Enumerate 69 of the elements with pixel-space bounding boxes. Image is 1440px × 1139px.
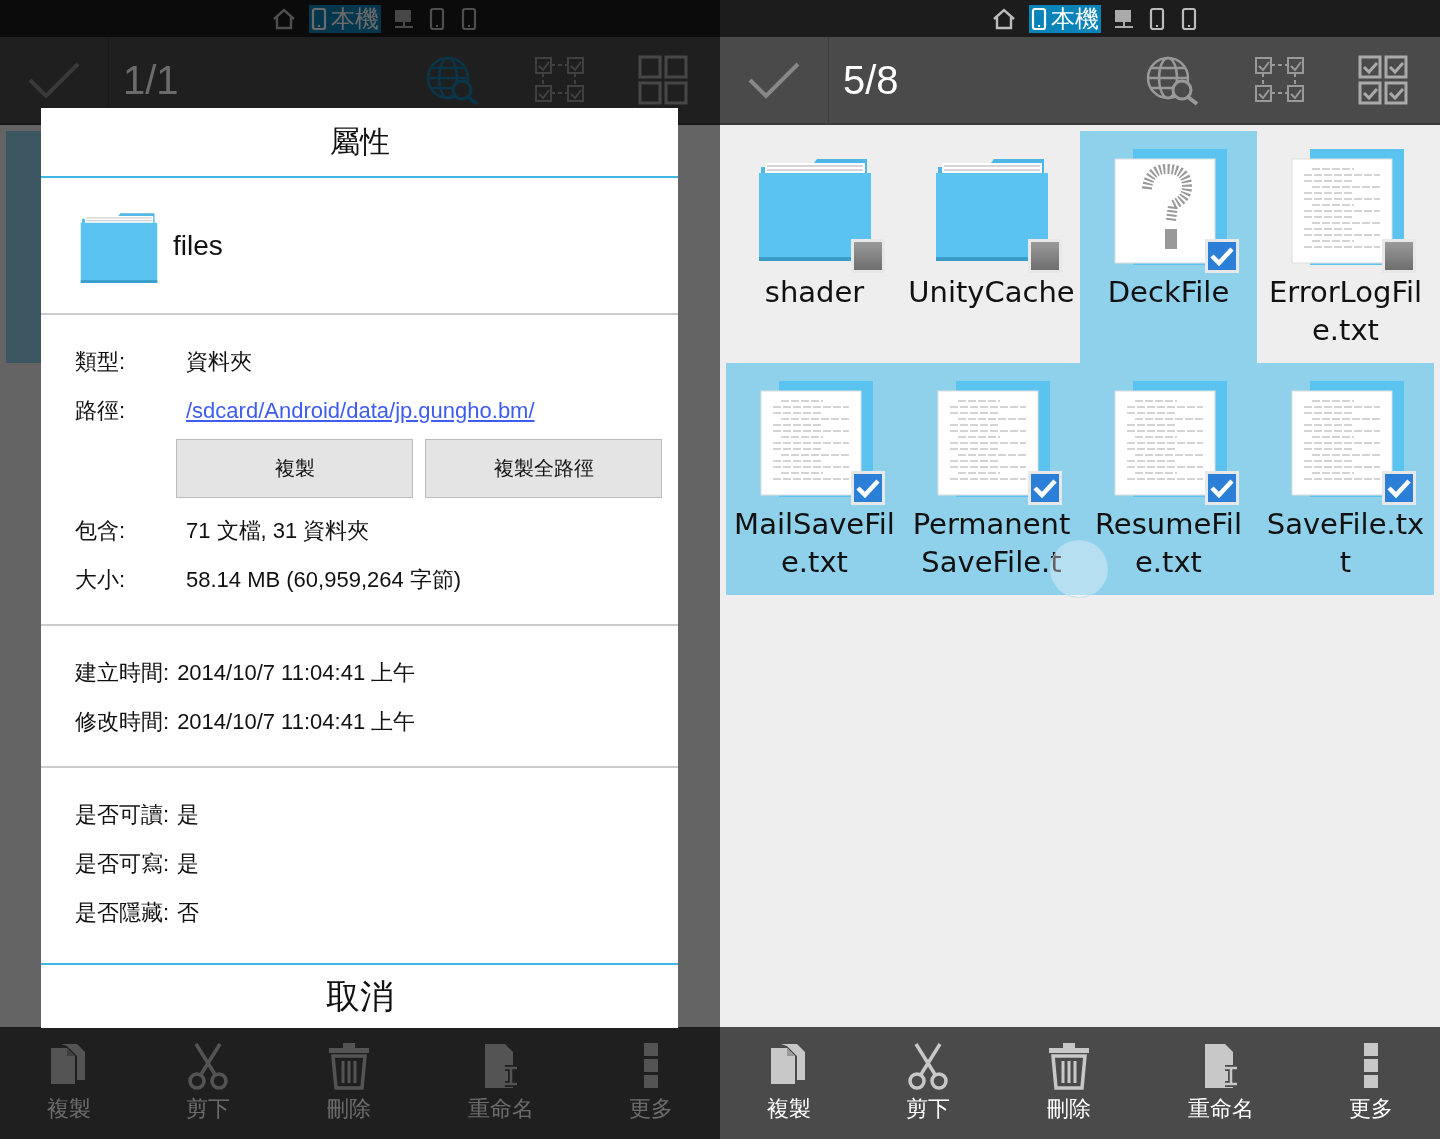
more-icon <box>1362 1042 1379 1090</box>
property-label: 是否可讀: <box>75 800 170 829</box>
checkbox[interactable] <box>1204 471 1239 505</box>
file-tile[interactable]: DeckFile <box>1080 131 1257 363</box>
property-label: 修改時間: <box>75 707 170 736</box>
copy-button[interactable]: 複製 <box>761 1038 818 1128</box>
copy-path-button[interactable]: 複製 <box>176 439 413 498</box>
phone-icon <box>1181 6 1197 31</box>
select-pattern-icon[interactable] <box>1254 56 1306 104</box>
file-name: ErrorLogFile.txt <box>1267 274 1424 349</box>
checkbox[interactable] <box>1381 239 1416 273</box>
property-label: 是否隱藏: <box>75 898 170 927</box>
checkbox[interactable] <box>850 239 885 273</box>
scissors-icon <box>906 1042 951 1090</box>
phone-icon <box>311 6 327 31</box>
file-tile[interactable]: ResumeFile.txt <box>1080 363 1257 595</box>
property-label: 建立時間: <box>75 658 170 687</box>
property-value: 是 <box>177 800 200 829</box>
file-tile[interactable]: ErrorLogFile.txt <box>1257 131 1434 363</box>
select-all-icon[interactable] <box>1358 55 1408 105</box>
more-icon <box>642 1042 659 1090</box>
home-icon[interactable] <box>991 6 1017 31</box>
file-name: MailSaveFile.txt <box>733 506 896 581</box>
phone-icon <box>461 6 477 31</box>
property-value: 2014/10/7 11:04:41 上午 <box>177 658 416 687</box>
file-tile[interactable]: MailSaveFile.txt <box>726 363 903 595</box>
checkbox[interactable] <box>850 471 885 505</box>
phone-icon <box>1031 6 1047 31</box>
file-name: shader <box>763 274 866 311</box>
file-tile[interactable]: SaveFile.txt <box>1257 363 1434 595</box>
file-tile[interactable]: shader <box>726 131 903 363</box>
folder-name: files <box>173 229 223 262</box>
file-tile[interactable]: PermanentSaveFile.t <box>903 363 1080 595</box>
checkbox[interactable] <box>1027 239 1062 273</box>
rename-button[interactable]: 重命名 <box>1181 1038 1260 1128</box>
device-tab[interactable]: 本機 <box>1029 4 1101 33</box>
delete-button[interactable]: 刪除 <box>1039 1038 1099 1128</box>
more-button[interactable]: 更多 <box>1342 1038 1399 1128</box>
selection-count: 5/8 <box>843 57 899 103</box>
check-icon[interactable] <box>746 60 802 100</box>
property-value: 資料夾 <box>186 347 252 376</box>
dialog-title: 屬性 <box>41 108 678 178</box>
property-value: 否 <box>177 898 200 927</box>
property-value: 是 <box>177 849 200 878</box>
scissors-icon <box>186 1042 231 1090</box>
property-label: 類型: <box>75 347 127 376</box>
phone-icon <box>429 6 445 31</box>
phone-icon <box>1149 6 1165 31</box>
property-label: 大小: <box>75 565 127 594</box>
file-name: SaveFile.txt <box>1265 506 1426 581</box>
checkbox[interactable] <box>1204 239 1239 273</box>
property-label: 路徑: <box>75 396 127 425</box>
property-value: 58.14 MB (60,959,264 字節) <box>186 565 462 594</box>
path-link[interactable]: /sdcard/Android/data/jp.gungho.bm/ <box>186 397 535 424</box>
file-name: ResumeFile.txt <box>1094 506 1243 581</box>
copy-path-button[interactable]: 複製全路徑 <box>425 439 662 498</box>
property-label: 是否可寫: <box>75 849 170 878</box>
checkbox[interactable] <box>1381 471 1416 505</box>
cut-button[interactable]: 剪下 <box>900 1038 957 1128</box>
property-value: 71 文檔, 31 資料夾 <box>186 516 370 545</box>
file-tile[interactable]: UnityCache <box>903 131 1080 363</box>
file-name: PermanentSaveFile.t <box>911 506 1072 581</box>
selection-count: 1/1 <box>123 57 179 103</box>
property-label: 包含: <box>75 516 127 545</box>
check-icon[interactable] <box>26 60 82 100</box>
checkbox[interactable] <box>1027 471 1062 505</box>
property-value: 2014/10/7 11:04:41 上午 <box>177 707 416 736</box>
file-name: DeckFile <box>1106 274 1231 311</box>
file-name: UnityCache <box>907 274 1076 311</box>
